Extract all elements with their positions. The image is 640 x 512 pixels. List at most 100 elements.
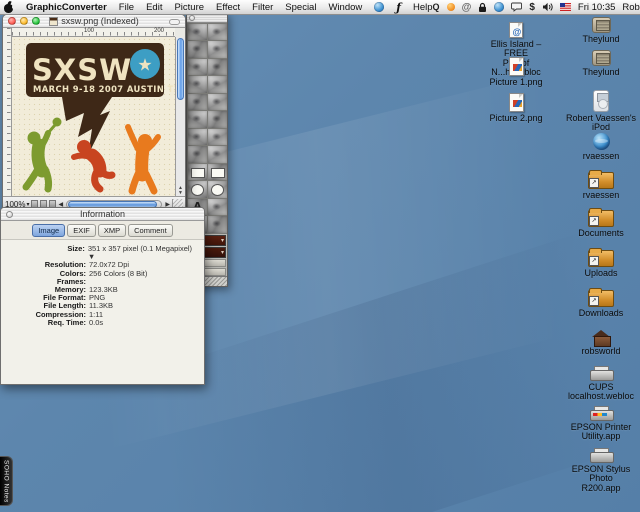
soho-notes-tab[interactable]: SOHO Notes [0,456,13,506]
orange-ball-icon[interactable] [447,3,455,11]
quickeys-icon[interactable]: Q [433,1,440,14]
dollar-icon[interactable]: $ [529,1,535,14]
desktop-icon-epson-utility[interactable]: EPSON Printer Utility.app [563,406,639,442]
desktop-icon-rvaessen-folder[interactable]: rvaessen [563,172,639,200]
tab-comment[interactable]: Comment [128,224,173,237]
sxsw-poster: SXSW ★ MARCH 9-18 2007 AUSTIN TX [12,37,177,196]
printer-icon [590,366,612,381]
tab-xmp[interactable]: XMP [98,224,126,237]
tool-grid: A [187,23,227,234]
info-close-button[interactable] [6,211,13,218]
tool-line-icon[interactable] [208,129,227,146]
toolbar-pill-button[interactable] [169,19,180,25]
swatch-dropdown-icon[interactable]: ▾ [221,237,224,244]
tool-marquee-icon[interactable] [188,59,207,76]
tool-crop-icon[interactable] [208,41,227,58]
desktop-icon-rvaessen-globe[interactable]: rvaessen [563,133,639,161]
menu-edit[interactable]: Edit [146,2,162,13]
ipod-icon [593,90,609,112]
tool-hand-icon[interactable] [208,24,227,41]
menu-bar: GraphicConverter File Edit Picture Effec… [0,0,640,15]
desktop-icon-robsworld[interactable]: robsworld [563,330,639,356]
desktop-icon-epson-stylus[interactable]: EPSON Stylus Photo R200.app [563,448,639,493]
desktop-icon-ipod[interactable]: Robert Vaessen's iPod [563,90,639,133]
menu-special[interactable]: Special [285,2,316,13]
folder-alias-icon [588,210,614,227]
lock-icon[interactable] [478,1,487,14]
tool-knife-icon[interactable] [188,24,207,41]
user-menu[interactable]: Robert Vaessen [622,2,640,13]
req-time-label: Req. Time: [1,319,89,327]
app-menu[interactable]: GraphicConverter [26,2,107,13]
size-value[interactable]: 351 x 357 pixel (0.1 Megapixel) ▼ [88,245,200,261]
desktop-icon-downloads[interactable]: Downloads [563,290,639,318]
menu-filter[interactable]: Filter [252,2,273,13]
palette-titlebar[interactable] [187,14,227,23]
swatch-dropdown-icon[interactable]: ▾ [221,249,224,256]
tab-exif[interactable]: EXIF [67,224,96,237]
desktop-icon-theylund-1[interactable]: Theylund [563,17,639,44]
desktop-icon-picture-1[interactable]: Picture 1.png [481,57,551,87]
tool-magnifier-icon[interactable] [188,146,207,163]
vertical-scrollbar-thumb[interactable] [177,38,184,100]
desktop-icon-documents[interactable]: Documents [563,210,639,238]
menu-picture[interactable]: Picture [174,2,204,13]
req-time-value: 0.0s [89,319,103,327]
drive-icon [592,50,611,66]
image-canvas[interactable]: SXSW ★ MARCH 9-18 2007 AUSTIN TX [12,37,177,196]
soho-notes-label: SOHO Notes [3,460,10,503]
network-globe-icon [593,133,610,150]
tool-pen-icon[interactable] [208,76,227,93]
menu-clock[interactable]: Fri 10:35 [578,2,616,13]
tool-eraser-icon[interactable] [188,111,207,128]
globe-icon[interactable] [494,1,504,14]
folder-alias-icon [588,290,614,307]
tab-image[interactable]: Image [32,224,65,237]
house-icon [592,330,611,345]
volume-icon[interactable] [542,1,553,14]
tool-ellipse-icon[interactable] [188,181,207,198]
globe-menu-icon[interactable] [374,2,384,12]
menu-effect[interactable]: Effect [216,2,240,13]
image-window-titlebar[interactable]: sxsw.png (Indexed) [3,15,185,28]
desktop-icon-uploads[interactable]: Uploads [563,250,639,278]
printer-color-icon [590,406,612,421]
menu-file[interactable]: File [119,2,134,13]
vertical-scrollbar[interactable]: ▲ ▼ [175,37,185,196]
tool-spray-icon[interactable] [208,146,227,163]
desktop-icon-theylund-2[interactable]: Theylund [563,50,639,77]
ruler-tick-100: 100 [83,28,95,34]
palette-close-button[interactable] [189,15,195,21]
tool-brush-icon[interactable] [188,94,207,111]
flag-icon[interactable] [560,1,571,14]
tool-filled-ellipse-icon[interactable] [208,181,227,198]
swirl-icon[interactable]: @ [462,1,472,14]
desktop-icon-picture-2[interactable]: Picture 2.png [481,93,551,123]
document-proxy-icon[interactable] [49,17,58,26]
desktop-icon-cups[interactable]: CUPS localhost.webloc [563,366,639,402]
tool-eyedropper-icon[interactable] [188,129,207,146]
folder-alias-icon [588,250,614,267]
chat-bubble-icon[interactable] [511,1,522,14]
apple-menu-icon[interactable] [4,2,14,13]
tool-move-icon[interactable] [188,41,207,58]
tool-pencil-icon[interactable] [208,94,227,111]
information-window: Information Image EXIF XMP Comment Size:… [0,207,205,385]
poster-star: ★ [137,56,152,76]
tool-rectangle-icon[interactable] [188,164,207,181]
folder-alias-icon [588,172,614,189]
tool-lasso-icon[interactable] [208,59,227,76]
script-menu-icon[interactable]: ƒ [396,1,401,14]
close-button[interactable] [8,17,16,25]
tool-gradient-icon[interactable] [208,216,227,233]
poster-title: SXSW [32,53,132,87]
tool-paint-bucket-icon[interactable] [208,111,227,128]
minimize-button[interactable] [20,17,28,25]
zoom-button[interactable] [32,17,40,25]
menu-window[interactable]: Window [328,2,362,13]
info-window-titlebar[interactable]: Information [1,208,204,221]
menu-help[interactable]: Help [413,2,433,13]
tool-wrench-icon[interactable] [208,199,227,216]
tool-filled-rectangle-icon[interactable] [208,164,227,181]
tool-magic-wand-icon[interactable] [188,76,207,93]
